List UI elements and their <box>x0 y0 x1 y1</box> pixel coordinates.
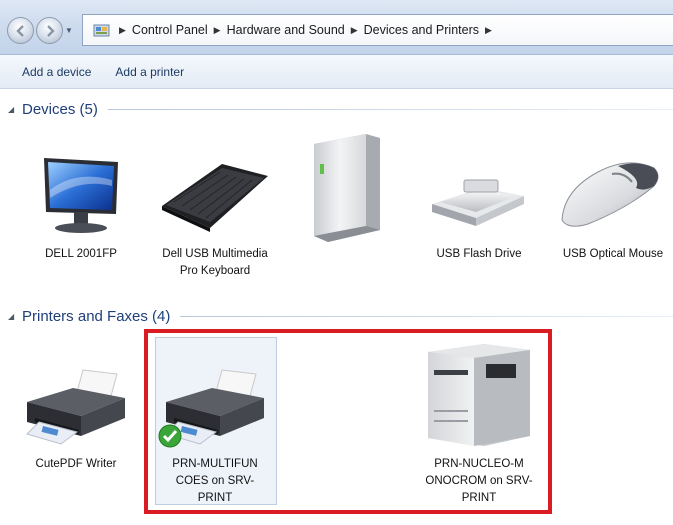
forward-arrow-icon <box>46 24 55 37</box>
printers-group-header[interactable]: ◢ Printers and Faxes (4) <box>8 308 673 325</box>
devices-group-header[interactable]: ◢ Devices (5) <box>8 101 673 118</box>
printers-group-title: Printers and Faxes (4) <box>22 308 171 325</box>
address-bar: ▼ ▶ Control Panel ▶ Hardware and Sound ▶… <box>0 0 673 55</box>
back-arrow-icon <box>15 24 24 37</box>
breadcrumb-devices-and-printers[interactable]: Devices and Printers <box>360 23 483 37</box>
breadcrumb-separator[interactable]: ▶ <box>117 25 128 36</box>
monitor-icon <box>44 158 118 233</box>
breadcrumb[interactable]: ▶ Control Panel ▶ Hardware and Sound ▶ D… <box>82 14 673 46</box>
back-button[interactable] <box>7 17 34 44</box>
printer-icon <box>26 369 125 445</box>
device-label: Dell USB Multimedia Pro Keyboard <box>162 248 268 277</box>
keyboard-icon <box>162 164 268 232</box>
command-bar: Add a device Add a printer <box>0 55 673 89</box>
device-label: USB Flash Drive <box>436 248 522 260</box>
breadcrumb-control-panel[interactable]: Control Panel <box>128 23 212 37</box>
add-device-button[interactable]: Add a device <box>16 62 97 82</box>
group-divider <box>180 316 673 317</box>
control-panel-icon <box>93 22 111 41</box>
forward-button[interactable] <box>36 17 63 44</box>
computer-tower-icon <box>314 134 380 242</box>
breadcrumb-separator[interactable]: ▶ <box>483 25 494 36</box>
device-label: USB Optical Mouse <box>562 248 664 260</box>
breadcrumb-separator[interactable]: ▶ <box>349 25 360 36</box>
collapse-arrow-icon[interactable]: ◢ <box>8 312 22 321</box>
printer-label: CutePDF Writer <box>35 458 117 470</box>
mouse-icon <box>561 162 659 227</box>
recent-pages-dropdown[interactable]: ▼ <box>65 26 73 35</box>
devices-group-title: Devices (5) <box>22 101 98 118</box>
group-divider <box>107 109 673 110</box>
collapse-arrow-icon[interactable]: ◢ <box>8 105 22 114</box>
breadcrumb-separator[interactable]: ▶ <box>212 25 223 36</box>
add-printer-button[interactable]: Add a printer <box>109 62 190 82</box>
device-label: DELL 2001FP <box>45 248 117 260</box>
breadcrumb-hardware-and-sound[interactable]: Hardware and Sound <box>223 23 349 37</box>
highlight-annotation-box <box>144 329 552 514</box>
usb-drive-icon <box>432 179 524 226</box>
